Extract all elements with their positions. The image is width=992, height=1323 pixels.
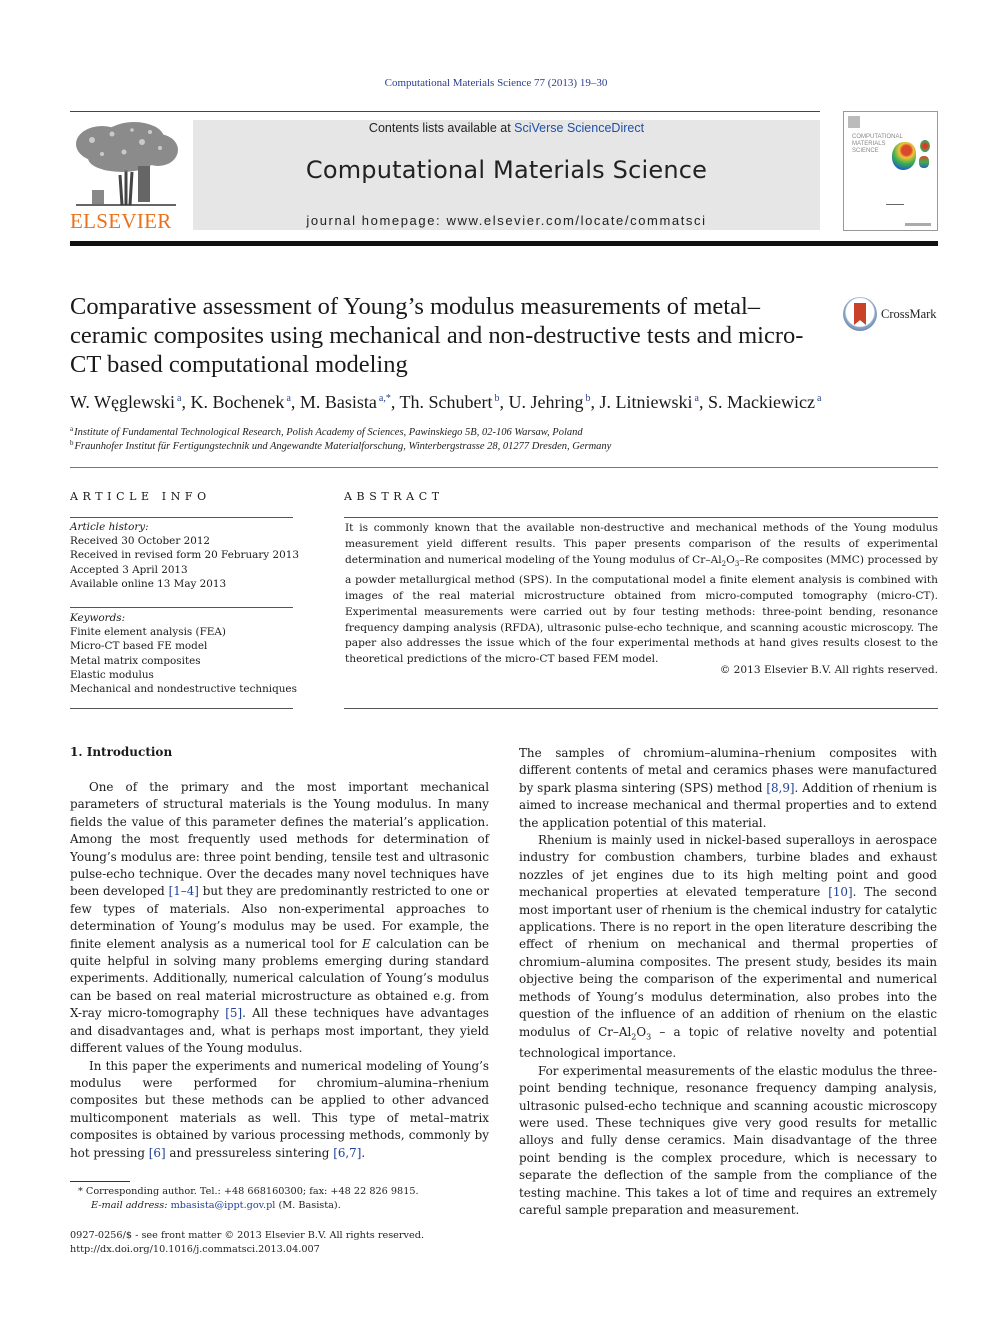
author-name: S. Mackiewicz [707,392,815,412]
keywords: Keywords: Finite element analysis (FEA) … [70,611,300,696]
author-name: Th. Schubert [399,392,493,412]
email-link[interactable]: mbasista@ippt.gov.pl [171,1200,276,1211]
author[interactable]: M. Basista a,* [300,392,391,412]
affiliation: aInstitute of Fundamental Technological … [70,425,583,438]
author[interactable]: K. Bochenek a [190,392,290,412]
section-divider [70,467,938,468]
author-name: W. Węglewski [70,392,175,412]
affiliation-text: Institute of Fundamental Technological R… [74,427,583,438]
article-info-rule [70,708,293,709]
author[interactable]: S. Mackiewicz a [708,392,821,412]
reference-link[interactable]: [6] [149,1146,166,1160]
article-title: Comparative assessment of Young’s modulu… [70,293,804,378]
paragraph: One of the primary and the most importan… [70,780,490,1056]
affiliation-mark[interactable]: a [177,393,181,404]
author-name: U. Jehring [508,392,584,412]
paragraph: For experimental measurements of the ela… [519,1063,937,1217]
email-suffix: (M. Basista). [275,1200,341,1211]
reference-link[interactable]: [5] [225,1006,242,1020]
author[interactable]: J. Litniewski a [600,392,699,412]
journal-homepage-link[interactable]: journal homepage: www.elsevier.com/locat… [193,213,820,228]
keyword: Mechanical and nondestructive techniques [70,683,297,696]
journal-name: Computational Materials Science [305,156,708,184]
sciencedirect-link[interactable]: SciVerse ScienceDirect [514,121,644,135]
crossmark-button[interactable]: CrossMark [843,297,943,335]
author-name: K. Bochenek [190,392,285,412]
affiliation-mark[interactable]: a,* [379,393,391,404]
keywords-label: Keywords: [70,612,126,624]
cover-footer [905,223,931,226]
author-name: J. Litniewski [599,392,693,412]
cover-art-icon [919,156,929,168]
affiliation: bFraunhofer Institut für Fertigungstechn… [70,439,611,452]
article-info-heading: ARTICLE INFO [70,490,211,503]
author-list: W. Węglewski a, K. Bochenek a, M. Basista a… [70,392,822,412]
elsevier-logo[interactable]: ELSEVIER [70,116,185,234]
history-item: Received in revised form 20 February 201… [70,549,299,562]
abstract-text: It is commonly known that the available … [345,522,939,666]
body-column-left: One of the primary and the most importan… [70,779,489,1162]
elsevier-tree-icon [76,122,178,206]
cover-divider [886,204,904,205]
affiliation-mark[interactable]: b [495,393,500,404]
history-item: Accepted 3 April 2013 [70,563,188,576]
body-column-right: The samples of chromium–alumina–rhenium … [519,745,937,1219]
affiliation-mark[interactable]: a [817,393,821,404]
affiliation-mark[interactable]: a [286,393,290,404]
keyword: Finite element analysis (FEA) [70,626,226,639]
history-item: Available online 13 May 2013 [70,577,227,590]
affiliation-mark[interactable]: a [695,393,699,404]
email-label: E-mail address: [91,1200,168,1211]
paragraph: The samples of chromium–alumina–rhenium … [519,746,937,830]
article-info-rule [70,517,293,518]
reference-link[interactable]: [10] [828,885,852,899]
elsevier-wordmark: ELSEVIER [70,209,172,233]
keyword: Elastic modulus [70,668,154,681]
affiliation-mark: a [70,425,74,433]
article-history: Article history: Received 30 October 201… [70,520,300,591]
reference-link[interactable]: [8,9] [766,781,794,795]
cover-art-icon [920,140,930,152]
section-heading: 1. Introduction [70,745,173,759]
doi-link[interactable]: http://dx.doi.org/10.1016/j.commatsci.20… [70,1244,320,1255]
history-label: Article history: [70,521,149,533]
email-note: E-mail address: mbasista@ippt.gov.pl (M.… [91,1200,341,1211]
cover-title: COMPUTATIONAL MATERIALS SCIENCE [852,134,903,154]
author-name: M. Basista [299,392,377,412]
corresponding-author-note: * Corresponding author. Tel.: +48 668160… [78,1186,419,1197]
journal-banner: Contents lists available at SciVerse Sci… [193,120,820,230]
keyword: Micro-CT based FE model [70,640,208,653]
author[interactable]: U. Jehring b [509,392,591,412]
abstract-copyright: © 2013 Elsevier B.V. All rights reserved… [719,664,938,676]
article-info-rule [70,607,293,608]
footnote-rule [70,1181,130,1182]
keyword: Metal matrix composites [70,654,201,667]
paragraph: In this paper the experiments and numeri… [70,1058,489,1160]
affiliation-text: Fraunhofer Institut für Fertigungstechni… [74,441,612,452]
paragraph: Rhenium is mainly used in nickel-based s… [519,833,937,1061]
cover-elsevier-icon [848,116,860,128]
author[interactable]: Th. Schubert b [400,392,500,412]
contents-prefix: Contents lists available at [368,121,515,135]
abstract-rule [344,517,938,518]
reference-link[interactable]: [1–4] [169,884,199,898]
abstract-heading: ABSTRACT [344,490,444,503]
abstract-rule [344,708,938,709]
journal-citation-link[interactable]: Computational Materials Science 77 (2013… [0,77,992,89]
author[interactable]: W. Węglewski a [70,392,181,412]
crossmark-label: CrossMark [881,307,937,321]
affiliation-mark: b [70,439,74,447]
contents-line: Contents lists available at SciVerse Sci… [193,121,820,135]
reference-link[interactable]: [6,7] [333,1146,361,1160]
issn-line: 0927-0256/$ - see front matter © 2013 El… [70,1230,425,1241]
cover-art-icon [892,142,916,170]
history-item: Received 30 October 2012 [70,535,211,548]
header-top-rule [70,111,820,112]
journal-cover-thumbnail[interactable]: COMPUTATIONAL MATERIALS SCIENCE [843,111,938,231]
affiliation-mark[interactable]: b [586,393,591,404]
header-thick-rule [70,241,938,246]
